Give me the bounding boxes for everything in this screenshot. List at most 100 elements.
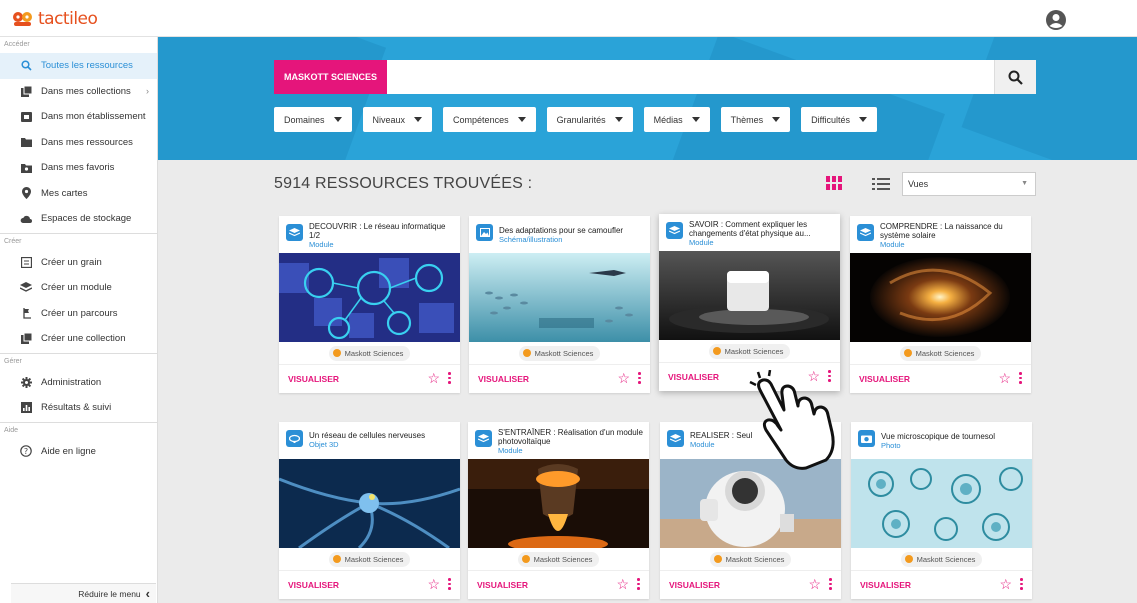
star-icon[interactable]: ☆ [998,371,1011,385]
app-logo[interactable]: tactileo [12,9,98,29]
sidebar-item-create-grain[interactable]: Créer un grain [0,250,157,276]
filter-label: Difficultés [811,114,850,125]
filter-themes[interactable]: Thèmes [720,107,791,132]
sidebar-item-create-module[interactable]: Créer un module [0,275,157,301]
sidebar-item-my-maps[interactable]: Mes cartes [0,181,157,207]
sort-select[interactable]: Vues ▼ [902,172,1036,196]
more-options-icon[interactable] [829,578,832,590]
sidebar-item-all-resources[interactable]: Toutes les ressources [0,53,157,79]
card-header: Un réseau de cellules nerveuses Objet 3D [279,422,460,459]
star-icon[interactable]: ☆ [617,371,630,385]
sidebar-item-create-collection[interactable]: Créer une collection [0,326,157,352]
sidebar-item-label: Aide en ligne [41,445,96,457]
publisher-chip[interactable]: Maskott Sciences [709,551,792,567]
filter-difficultes[interactable]: Difficultés [801,107,877,132]
filter-competences[interactable]: Compétences [443,107,536,132]
card-publisher-row: Maskott Sciences [851,548,1032,571]
card-title[interactable]: Vue microscopique de tournesol [881,428,1026,441]
visualize-button[interactable]: VISUALISER [669,580,720,590]
resource-card[interactable]: Un réseau de cellules nerveuses Objet 3D… [279,422,460,599]
sidebar-item-my-favorites[interactable]: Dans mes favoris [0,155,157,181]
card-thumbnail[interactable] [279,253,460,342]
top-bar: tactileo [0,0,1137,37]
cloud-icon [20,213,32,225]
filter-domaines[interactable]: Domaines [274,107,352,132]
module-icon [667,430,684,447]
card-thumbnail[interactable] [851,459,1032,548]
sidebar-item-my-resources[interactable]: Dans mes ressources [0,130,157,156]
sidebar-item-my-school[interactable]: Dans mon établissement [0,104,157,130]
card-thumbnail[interactable] [850,253,1031,342]
filter-niveaux[interactable]: Niveaux [362,107,433,132]
card-type: Module [689,238,714,247]
sidebar-item-results[interactable]: Résultats & suivi [0,395,157,421]
search-button[interactable] [994,60,1036,94]
visualize-button[interactable]: VISUALISER [668,372,719,382]
more-options-icon[interactable] [1020,578,1023,590]
card-thumbnail[interactable] [468,459,649,548]
visualize-button[interactable]: VISUALISER [478,374,529,384]
publisher-chip[interactable]: Maskott Sciences [900,551,983,567]
publisher-name: Maskott Sciences [916,554,976,564]
card-title[interactable]: SAVOIR : Comment expliquer les changemen… [689,220,834,238]
more-options-icon[interactable] [1019,372,1022,384]
resource-card[interactable]: Des adaptations pour se camoufler Schéma… [469,216,650,393]
card-header: S'ENTRAÎNER : Réalisation d'un module ph… [468,422,649,459]
filter-granularites[interactable]: Granularités [546,107,633,132]
card-thumbnail[interactable] [660,459,841,548]
publisher-chip[interactable]: Maskott Sciences [328,345,411,361]
more-options-icon[interactable] [638,372,641,384]
resource-card[interactable]: DECOUVRIR : Le réseau informatique 1/2 M… [279,216,460,393]
card-title[interactable]: S'ENTRAÎNER : Réalisation d'un module ph… [498,428,643,446]
publisher-chip[interactable]: Maskott Sciences [899,345,982,361]
sidebar-item-administration[interactable]: Administration [0,370,157,396]
more-options-icon[interactable] [448,372,451,384]
search-tag-chip[interactable]: MASKOTT SCIENCES [274,60,387,94]
gear-icon [20,376,32,388]
card-thumbnail[interactable] [659,251,840,340]
user-avatar-icon[interactable] [1045,9,1067,31]
star-icon[interactable]: ☆ [427,371,440,385]
publisher-chip[interactable]: Maskott Sciences [518,345,601,361]
search-bar[interactable]: MASKOTT SCIENCES [274,60,1036,94]
visualize-button[interactable]: VISUALISER [288,580,339,590]
card-title[interactable]: Un réseau de cellules nerveuses [309,428,454,440]
card-thumbnail[interactable] [469,253,650,342]
more-options-icon[interactable] [637,578,640,590]
sidebar-item-label: Créer une collection [41,333,126,345]
caret-down-icon [614,117,623,122]
publisher-chip[interactable]: Maskott Sciences [517,551,600,567]
publisher-name: Maskott Sciences [534,348,594,358]
resource-card[interactable]: SAVOIR : Comment expliquer les changemen… [659,214,840,391]
sidebar-item-storage[interactable]: Espaces de stockage [0,206,157,232]
filter-medias[interactable]: Médias [643,107,710,132]
resource-card[interactable]: S'ENTRAÎNER : Réalisation d'un module ph… [468,422,649,599]
filter-label: Médias [653,114,683,125]
card-thumbnail[interactable] [279,459,460,548]
publisher-logo-icon [713,555,722,563]
visualize-button[interactable]: VISUALISER [288,374,339,384]
grid-view-icon[interactable] [826,176,842,190]
visualize-button[interactable]: VISUALISER [477,580,528,590]
publisher-chip[interactable]: Maskott Sciences [328,551,411,567]
publisher-logo-icon [332,349,341,357]
star-icon[interactable]: ☆ [808,577,821,591]
more-options-icon[interactable] [448,578,451,590]
card-title[interactable]: COMPRENDRE : La naissance du système sol… [880,222,1025,240]
sidebar-item-create-path[interactable]: Créer un parcours [0,301,157,327]
star-icon[interactable]: ☆ [616,577,629,591]
star-icon[interactable]: ☆ [427,577,440,591]
card-title[interactable]: DECOUVRIR : Le réseau informatique 1/2 [309,222,454,240]
publisher-chip[interactable]: Maskott Sciences [708,343,791,359]
resource-card[interactable]: COMPRENDRE : La naissance du système sol… [850,216,1031,393]
visualize-button[interactable]: VISUALISER [860,580,911,590]
star-icon[interactable]: ☆ [999,577,1012,591]
publisher-name: Maskott Sciences [344,554,404,564]
visualize-button[interactable]: VISUALISER [859,374,910,384]
list-view-icon[interactable] [872,178,890,190]
sidebar-item-my-collections[interactable]: Dans mes collections › [0,79,157,105]
card-title[interactable]: Des adaptations pour se camoufler [499,222,644,235]
sidebar-item-online-help[interactable]: ? Aide en ligne [0,439,157,465]
resource-card[interactable]: Vue microscopique de tournesol Photo Mas… [851,422,1032,599]
collapse-menu-button[interactable]: Réduire le menu ‹ [11,583,156,603]
